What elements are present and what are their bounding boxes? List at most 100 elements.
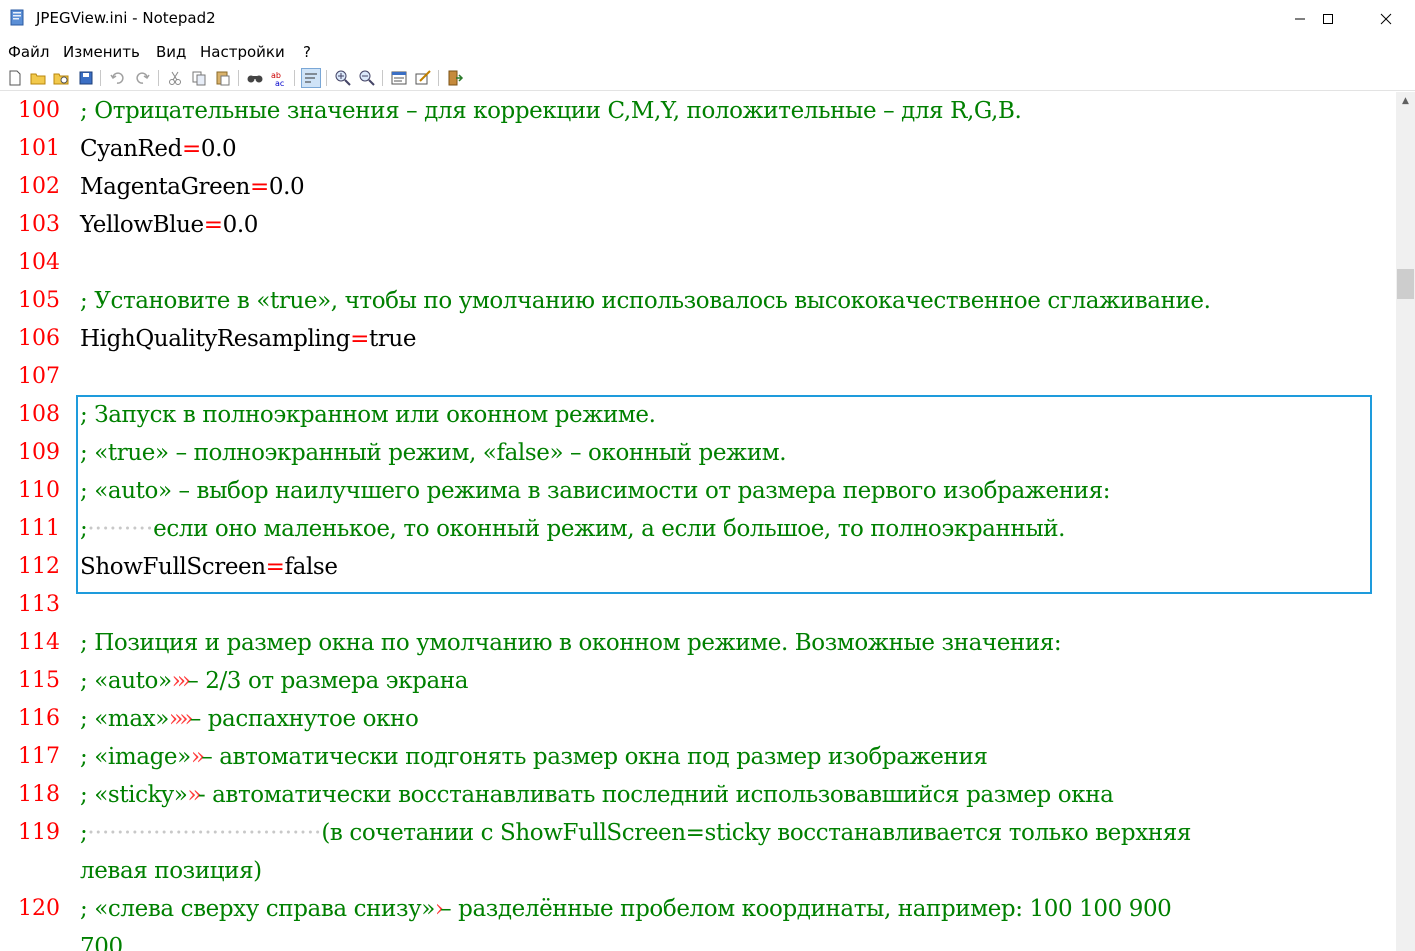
menu-file[interactable]: Файл (8, 43, 49, 61)
zoom-out-icon[interactable] (358, 69, 376, 87)
tab-marker: ›› (190, 744, 206, 770)
code-line[interactable]: ;································(в соче… (80, 814, 1191, 852)
comment-text: ; «auto» (80, 668, 172, 694)
comment-text: (в сочетании с ShowFullScreen=sticky вос… (321, 820, 1191, 846)
comment-text: ; Позиция и размер окна по умолчанию в о… (80, 630, 1062, 656)
line-number: 113 (18, 592, 60, 617)
comment-text: – 2/3 от размера экрана (187, 668, 469, 694)
new-file-icon[interactable] (6, 69, 24, 87)
line-number: 114 (18, 630, 60, 655)
line-number: 105 (18, 288, 60, 313)
code-line[interactable]: ; Установите в «true», чтобы по умолчани… (80, 282, 1211, 320)
code-line[interactable]: левая позиция) (80, 852, 262, 890)
comment-text: левая позиция) (80, 858, 262, 884)
comment-text: – автоматически подгонять размер окна по… (201, 744, 988, 770)
tab-marker: ›››› (168, 706, 194, 732)
menu-view[interactable]: Вид (156, 43, 186, 61)
code-line[interactable]: ; «max»››››– распахнутое окно (80, 700, 419, 738)
vertical-scrollbar[interactable]: ▲ (1396, 92, 1415, 951)
line-number: 100 (18, 98, 60, 123)
toolbar: ab ac (0, 66, 1415, 91)
browse-icon[interactable] (52, 69, 70, 87)
copy-icon[interactable] (190, 69, 208, 87)
menu-bar: Файл Изменить Вид Настройки ? (0, 40, 1415, 64)
comment-text: ; «image» (80, 744, 191, 770)
line-number: 115 (18, 668, 60, 693)
tab-marker: ›› (187, 782, 202, 808)
line-number: 112 (18, 554, 60, 579)
line-number: 111 (18, 516, 60, 541)
setting-value: 0.0 (268, 174, 305, 200)
code-line[interactable]: MagentaGreen=0.0 (80, 168, 305, 206)
code-line[interactable]: 700 (80, 928, 123, 951)
menu-settings[interactable]: Настройки (200, 43, 285, 61)
line-number: 116 (18, 706, 60, 731)
line-number: 119 (18, 820, 60, 845)
comment-text: – распахнутое окно (189, 706, 419, 732)
comment-text: - автоматически восстанавливать последни… (197, 782, 1114, 808)
comment-text: ; «слева сверху справа снизу» (80, 896, 435, 922)
equals-sign: = (181, 136, 201, 162)
code-line[interactable]: HighQualityResampling=true (80, 320, 416, 358)
paste-icon[interactable] (214, 69, 232, 87)
setting-key: CyanRed (80, 136, 182, 162)
scroll-up-arrow-icon[interactable]: ▲ (1396, 92, 1415, 110)
setting-key: MagentaGreen (80, 174, 250, 200)
line-number: 120 (18, 896, 60, 921)
comment-text: 700 (80, 934, 123, 951)
setting-key: YellowBlue (80, 212, 204, 238)
code-line[interactable]: ; «слева сверху справа снизу»›– разделён… (80, 890, 1172, 928)
highlight-box (76, 395, 1372, 594)
scheme-icon[interactable] (390, 69, 408, 87)
save-icon[interactable] (77, 69, 95, 87)
close-button[interactable] (1363, 0, 1409, 38)
word-wrap-icon[interactable] (301, 68, 321, 88)
maximize-icon (1323, 14, 1333, 24)
scrollbar-thumb[interactable] (1397, 269, 1414, 299)
replace-icon[interactable]: ab ac (270, 69, 288, 88)
code-line[interactable]: YellowBlue=0.0 (80, 206, 258, 244)
window-title: JPEGView.ini - Notepad2 (36, 9, 216, 27)
line-number (0, 852, 60, 890)
undo-icon[interactable] (108, 69, 126, 87)
open-folder-icon[interactable] (29, 69, 47, 87)
redo-icon[interactable] (134, 69, 152, 87)
line-number-gutter: 100 101 102 103 104 105 106 107 108 109 110 111 112 1… (0, 92, 72, 951)
equals-sign: = (203, 212, 223, 238)
equals-sign: = (249, 174, 269, 200)
line-number: 106 (18, 326, 60, 351)
whitespace-marker: ································ (87, 820, 322, 846)
setting-value: 0.0 (200, 136, 237, 162)
equals-sign: = (350, 326, 369, 352)
find-icon[interactable] (246, 69, 264, 87)
line-number: 104 (18, 250, 60, 275)
cut-icon[interactable] (166, 69, 184, 87)
line-number: 118 (18, 782, 60, 807)
close-icon (1380, 13, 1392, 25)
line-number: 109 (18, 440, 60, 465)
zoom-in-icon[interactable] (334, 69, 352, 87)
line-number: 103 (18, 212, 60, 237)
code-line[interactable]: ; Позиция и размер окна по умолчанию в о… (80, 624, 1062, 662)
maximize-button[interactable] (1305, 0, 1351, 38)
line-number: 110 (18, 478, 60, 503)
comment-text: ; «max» (80, 706, 169, 732)
code-line[interactable]: ; Отрицательные значения – для коррекции… (80, 92, 1022, 130)
code-line[interactable]: ; «auto»›››– 2/3 от размера экрана (80, 662, 468, 700)
code-line[interactable]: CyanRed=0.0 (80, 130, 237, 168)
editor-area[interactable]: 100 101 102 103 104 105 106 107 108 109 110 111 112 1… (0, 92, 1396, 951)
line-number: 108 (18, 402, 60, 427)
menu-help[interactable]: ? (303, 43, 311, 61)
setting-value: true (368, 326, 417, 352)
setting-value: 0.0 (222, 212, 259, 238)
code-line[interactable]: ; «image»››– автоматически подгонять раз… (80, 738, 988, 776)
notepad2-app-icon (9, 9, 26, 26)
line-number: 117 (18, 744, 60, 769)
exit-icon[interactable] (446, 69, 464, 87)
line-number: 102 (18, 174, 60, 199)
customize-schemes-icon[interactable] (414, 69, 432, 87)
code-line[interactable]: ; «sticky»››- автоматически восстанавлив… (80, 776, 1114, 814)
menu-edit[interactable]: Изменить (63, 43, 140, 61)
setting-key: HighQualityResampling (80, 326, 351, 352)
line-number: 107 (18, 364, 60, 389)
